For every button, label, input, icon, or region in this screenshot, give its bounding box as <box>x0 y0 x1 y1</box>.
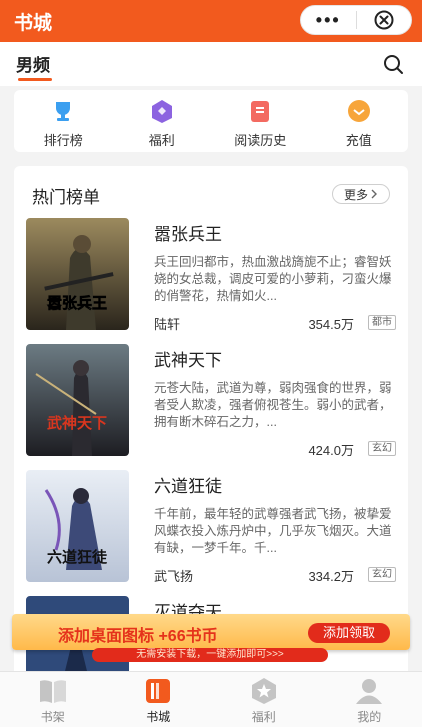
app-header: 书城 ••• <box>0 0 422 42</box>
book-title: 六道狂徒 <box>154 477 222 496</box>
book-word-count: 354.5万 <box>308 317 354 332</box>
history-icon <box>251 101 270 122</box>
close-button[interactable] <box>357 9 412 31</box>
book-author: 武飞扬 <box>154 569 194 584</box>
search-button[interactable] <box>382 53 404 80</box>
book-description: 元苍大陆，武道为尊，弱肉强食的世界，弱者受人欺凌，强者俯视苍生。弱小的武者，拥有… <box>154 381 392 429</box>
active-tab-indicator <box>18 78 52 81</box>
shortcut-label: 排行榜 <box>43 133 83 148</box>
hot-list-card: 热门榜单 更多 嚣张兵王 嚣张兵王 兵王回归都市，热血激战旖旎不止；睿智妖娆的女… <box>14 166 408 686</box>
shortcut-history[interactable]: 阅读历史 <box>211 90 310 152</box>
book-category-tag: 玄幻 <box>368 567 396 582</box>
channel-tabbar: 男频 <box>0 42 422 86</box>
nav-label: 书架 <box>40 710 65 724</box>
nav-label: 书城 <box>146 710 171 724</box>
search-icon <box>384 55 403 74</box>
book-word-count: 334.2万 <box>308 569 354 584</box>
cover-text: 嚣张兵王 <box>47 294 107 312</box>
shortcut-label: 福利 <box>148 133 175 148</box>
trophy-icon <box>56 102 71 121</box>
shortcut-welfare[interactable]: 福利 <box>113 90 212 152</box>
book-cover-art: 武神天下 <box>26 344 129 456</box>
close-circle-icon <box>374 10 394 30</box>
book-title: 嚣张兵王 <box>154 225 222 244</box>
nav-label: 福利 <box>251 710 276 724</box>
tab-male-channel[interactable]: 男频 <box>16 51 50 76</box>
book-cover[interactable]: 武神天下 <box>26 344 129 456</box>
book-cover[interactable]: 六道狂徒 <box>26 470 129 582</box>
add-to-desktop-banner[interactable]: 添加桌面图标 +66书币 添加领取 无需安装下载，一键添加即可>>> <box>12 614 410 664</box>
nav-bookshelf[interactable]: 书架 <box>0 672 106 727</box>
book-description: 兵王回归都市，热血激战旖旎不止；睿智妖娆的女总裁，调皮可爱的小萝莉，刁蛮火爆的俏… <box>154 255 392 303</box>
gift-icon <box>151 100 172 123</box>
chevron-right-icon <box>371 189 377 199</box>
book-cover-art: 嚣张兵王 <box>26 218 129 330</box>
shortcut-label: 阅读历史 <box>234 133 287 148</box>
star-icon <box>251 678 276 704</box>
book-item[interactable]: 六道狂徒 六道狂徒 千年前，最年轻的武尊强者武飞扬，被挚爱风蝶衣投入炼丹炉中，几… <box>26 470 396 584</box>
shortcut-row: 排行榜 福利 阅读历史 充值 <box>14 90 408 152</box>
section-title: 热门榜单 <box>32 188 100 207</box>
cover-text: 武神天下 <box>47 414 107 432</box>
promo-subtext: 无需安装下载，一键添加即可>>> <box>92 648 328 662</box>
shortcut-ranking[interactable]: 排行榜 <box>14 90 113 152</box>
bookshelf-icon <box>39 680 66 703</box>
nav-welfare[interactable]: 福利 <box>211 672 317 727</box>
nav-profile[interactable]: 我的 <box>317 672 422 727</box>
more-label: 更多 <box>343 187 368 202</box>
book-category-tag: 都市 <box>368 315 396 330</box>
book-description: 千年前，最年轻的武尊强者武飞扬，被挚爱风蝶衣投入炼丹炉中，几乎灰飞烟灭。大道有缺… <box>154 507 392 555</box>
profile-icon <box>356 679 383 704</box>
more-menu-button[interactable]: ••• <box>301 6 356 34</box>
book-title: 武神天下 <box>154 351 222 370</box>
claim-button[interactable]: 添加领取 <box>308 623 390 643</box>
bottom-navigation: 书架 书城 福利 我的 <box>0 671 422 727</box>
book-category-tag: 玄幻 <box>368 441 396 456</box>
book-author: 陆轩 <box>154 317 181 332</box>
book-item[interactable]: 嚣张兵王 嚣张兵王 兵王回归都市，热血激战旖旎不止；睿智妖娆的女总裁，调皮可爱的… <box>26 218 396 332</box>
book-word-count: 424.0万 <box>308 443 354 458</box>
shortcut-label: 充值 <box>345 133 372 148</box>
book-cover-art: 六道狂徒 <box>26 470 129 582</box>
nav-label: 我的 <box>357 710 382 724</box>
nav-bookstore[interactable]: 书城 <box>106 672 212 727</box>
promo-text: 添加桌面图标 +66书币 <box>58 628 218 645</box>
bookstore-icon <box>146 679 171 703</box>
mini-program-capsule: ••• <box>300 5 412 35</box>
shortcut-recharge[interactable]: 充值 <box>310 90 409 152</box>
book-cover[interactable]: 嚣张兵王 <box>26 218 129 330</box>
cover-text: 六道狂徒 <box>47 548 108 566</box>
more-button[interactable]: 更多 <box>332 184 390 204</box>
coin-icon <box>347 100 370 122</box>
page-title: 书城 <box>14 13 53 34</box>
book-item[interactable]: 武神天下 武神天下 元苍大陆，武道为尊，弱肉强食的世界，弱者受人欺凌，强者俯视苍… <box>26 344 396 458</box>
